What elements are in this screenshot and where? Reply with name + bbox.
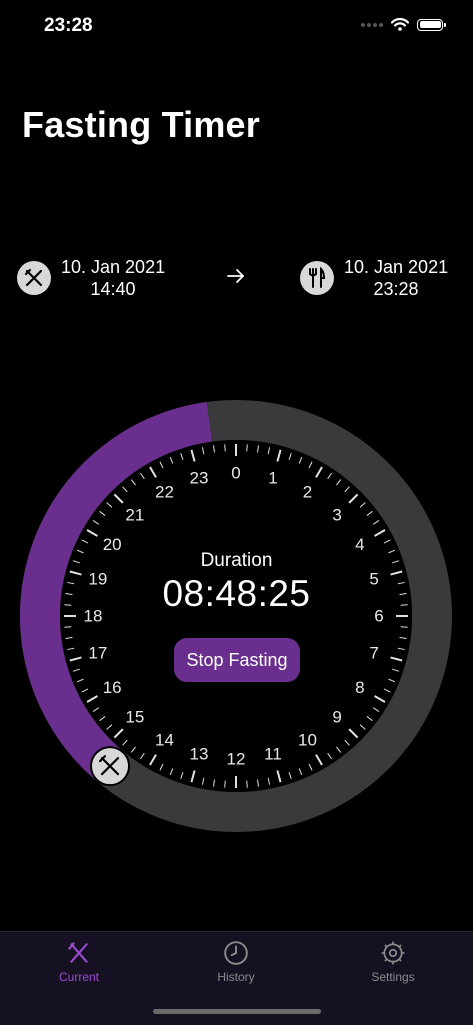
duration-value: 08:48:25 xyxy=(0,573,473,615)
hour-label-12: 12 xyxy=(227,750,246,769)
hour-label-2: 2 xyxy=(303,483,312,502)
hour-label-14: 14 xyxy=(155,730,174,749)
hour-label-10: 10 xyxy=(298,730,317,749)
arrow-right-icon xyxy=(224,264,248,288)
hour-label-21: 21 xyxy=(125,505,144,524)
fasting-dial: 01234567891011121314151617181920212223 xyxy=(16,396,456,836)
start-handle[interactable] xyxy=(91,747,129,785)
cellular-signal-icon xyxy=(361,23,383,27)
hour-label-15: 15 xyxy=(125,708,144,727)
clock-icon xyxy=(223,940,249,966)
home-indicator xyxy=(153,1009,321,1014)
tab-history[interactable]: History xyxy=(186,940,286,984)
tab-settings[interactable]: Settings xyxy=(343,940,443,984)
end-date: 10. Jan 2021 xyxy=(344,256,448,278)
hour-label-11: 11 xyxy=(264,745,282,764)
hour-label-16: 16 xyxy=(103,678,122,697)
hour-label-1: 1 xyxy=(268,468,277,487)
fork-knife-icon xyxy=(300,261,334,295)
status-icons xyxy=(361,18,443,31)
hour-label-8: 8 xyxy=(355,678,364,697)
hour-label-3: 3 xyxy=(332,505,341,524)
gear-icon xyxy=(380,940,406,966)
crossed-cutlery-icon xyxy=(66,940,92,966)
status-time: 23:28 xyxy=(44,15,93,37)
duration-label: Duration xyxy=(0,550,473,572)
tab-settings-label: Settings xyxy=(371,970,414,984)
stop-fasting-button[interactable]: Stop Fasting xyxy=(174,638,300,682)
start-date: 10. Jan 2021 xyxy=(61,256,165,278)
tab-current-label: Current xyxy=(59,970,99,984)
wifi-icon xyxy=(391,18,409,31)
hour-label-0: 0 xyxy=(231,464,240,483)
battery-icon xyxy=(417,19,443,31)
page-title: Fasting Timer xyxy=(22,104,260,146)
tab-current[interactable]: Current xyxy=(29,940,129,984)
end-time: 23:28 xyxy=(344,278,448,300)
hour-label-23: 23 xyxy=(190,468,209,487)
crossed-cutlery-icon xyxy=(17,261,51,295)
tab-history-label: History xyxy=(217,970,254,984)
hour-label-7: 7 xyxy=(369,644,378,663)
start-time: 14:40 xyxy=(61,278,165,300)
hour-label-22: 22 xyxy=(155,483,174,502)
hour-label-9: 9 xyxy=(332,708,341,727)
hour-label-17: 17 xyxy=(88,644,107,663)
fast-start[interactable]: 10. Jan 2021 14:40 xyxy=(17,256,165,300)
fast-end[interactable]: 10. Jan 2021 23:28 xyxy=(300,256,448,300)
hour-label-13: 13 xyxy=(190,745,209,764)
dial-face xyxy=(60,440,412,792)
